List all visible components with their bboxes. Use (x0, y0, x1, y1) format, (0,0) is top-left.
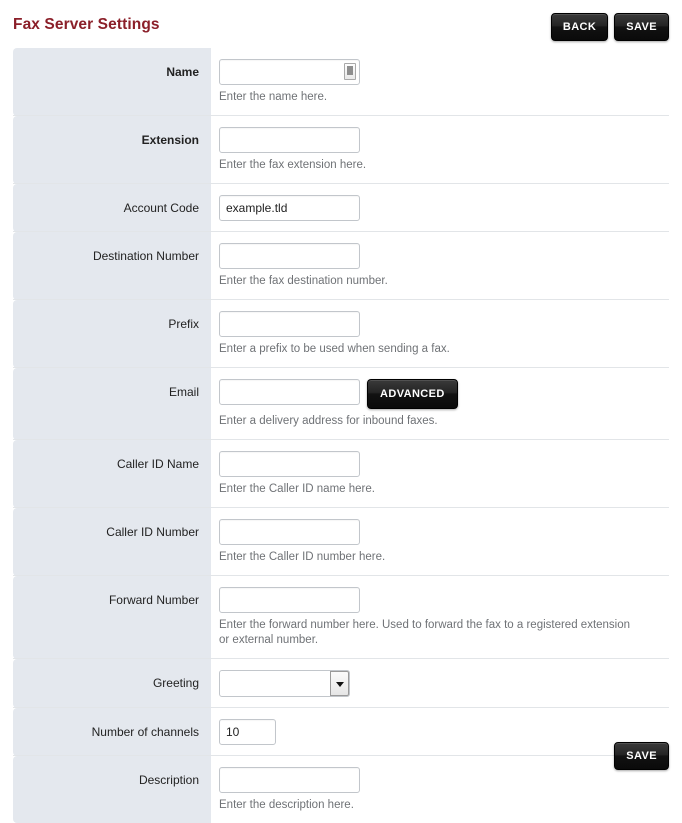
back-button[interactable]: BACK (551, 13, 608, 41)
field-label-description: Description (13, 756, 211, 823)
save-button-top[interactable]: SAVE (614, 13, 669, 41)
field-label-destination-number: Destination Number (13, 232, 211, 300)
forward-number-input[interactable] (219, 587, 360, 613)
name-input[interactable] (219, 59, 360, 85)
page-footer: SAVE (614, 742, 669, 770)
page-header: Fax Server Settings BACK SAVE (0, 0, 682, 48)
control-group (219, 127, 661, 153)
input-wrapper (219, 243, 360, 269)
field-label-extension: Extension (13, 116, 211, 184)
destination-number-input[interactable] (219, 243, 360, 269)
field-label-name: Name (13, 48, 211, 116)
field-label-greeting: Greeting (13, 659, 211, 708)
save-button-bottom[interactable]: SAVE (614, 742, 669, 770)
form-row: Caller ID Number Enter the Caller ID numb… (13, 508, 669, 576)
input-wrapper (219, 59, 360, 85)
contact-picker-icon[interactable] (344, 63, 356, 80)
input-wrapper (219, 311, 360, 337)
control-group (219, 519, 661, 545)
field-cell-greeting (211, 659, 669, 708)
form-row: Account Code (13, 184, 669, 232)
field-cell-forward-number: Enter the forward number here. Used to f… (211, 576, 669, 659)
input-wrapper (219, 195, 360, 221)
greeting-select[interactable] (219, 670, 350, 697)
caller-id-number-input[interactable] (219, 519, 360, 545)
control-group (219, 767, 661, 793)
control-group (219, 311, 661, 337)
control-group (219, 451, 661, 477)
description-input[interactable] (219, 767, 360, 793)
extension-input[interactable] (219, 127, 360, 153)
field-hint-email: Enter a delivery address for inbound fax… (219, 414, 639, 429)
field-cell-name: Enter the name here. (211, 48, 669, 116)
control-group (219, 587, 661, 613)
input-wrapper (219, 719, 276, 745)
control-group (219, 670, 661, 697)
control-group: ADVANCED (219, 379, 661, 409)
field-cell-email: ADVANCED Enter a delivery address for inb… (211, 368, 669, 440)
field-cell-number-of-channels (211, 708, 669, 756)
form-row: Email ADVANCED Enter a delivery address fo… (13, 368, 669, 440)
field-label-number-of-channels: Number of channels (13, 708, 211, 756)
fax-settings-form: Name Enter the name here. Extension Enter t… (13, 48, 669, 823)
caller-id-name-input[interactable] (219, 451, 360, 477)
header-actions: BACK SAVE (551, 13, 669, 41)
field-label-prefix: Prefix (13, 300, 211, 368)
field-cell-description: Enter the description here. (211, 756, 669, 823)
input-wrapper (219, 767, 360, 793)
input-wrapper (219, 379, 360, 405)
control-group (219, 243, 661, 269)
form-row: Description Enter the description here. (13, 756, 669, 823)
form-rows: Name Enter the name here. Extension Enter t… (13, 48, 669, 823)
input-wrapper (219, 587, 360, 613)
control-group (219, 59, 661, 85)
input-wrapper (219, 127, 360, 153)
field-hint-caller-id-name: Enter the Caller ID name here. (219, 482, 639, 497)
advanced-button[interactable]: ADVANCED (367, 379, 458, 409)
field-cell-account-code (211, 184, 669, 232)
field-label-account-code: Account Code (13, 184, 211, 232)
form-row: Caller ID Name Enter the Caller ID name h… (13, 440, 669, 508)
input-wrapper (219, 519, 360, 545)
control-group (219, 719, 661, 745)
prefix-input[interactable] (219, 311, 360, 337)
field-hint-forward-number: Enter the forward number here. Used to f… (219, 618, 639, 648)
page-title: Fax Server Settings (13, 16, 160, 34)
field-cell-caller-id-name: Enter the Caller ID name here. (211, 440, 669, 508)
field-hint-extension: Enter the fax extension here. (219, 158, 639, 173)
field-label-caller-id-number: Caller ID Number (13, 508, 211, 576)
email-input[interactable] (219, 379, 360, 405)
form-row: Prefix Enter a prefix to be used when sen… (13, 300, 669, 368)
number-of-channels-input[interactable] (219, 719, 276, 745)
field-hint-description: Enter the description here. (219, 798, 639, 813)
chevron-down-icon[interactable] (330, 671, 349, 696)
field-label-email: Email (13, 368, 211, 440)
field-label-forward-number: Forward Number (13, 576, 211, 659)
field-cell-caller-id-number: Enter the Caller ID number here. (211, 508, 669, 576)
field-label-caller-id-name: Caller ID Name (13, 440, 211, 508)
account-code-input[interactable] (219, 195, 360, 221)
form-row: Name Enter the name here. (13, 48, 669, 116)
field-hint-caller-id-number: Enter the Caller ID number here. (219, 550, 639, 565)
field-cell-destination-number: Enter the fax destination number. (211, 232, 669, 300)
form-row: Forward Number Enter the forward number h… (13, 576, 669, 659)
form-row: Destination Number Enter the fax destinat… (13, 232, 669, 300)
form-row: Extension Enter the fax extension here. (13, 116, 669, 184)
form-row: Greeting (13, 659, 669, 708)
form-row: Number of channels (13, 708, 669, 756)
field-hint-prefix: Enter a prefix to be used when sending a… (219, 342, 639, 357)
input-wrapper (219, 451, 360, 477)
field-hint-destination-number: Enter the fax destination number. (219, 274, 639, 289)
control-group (219, 195, 661, 221)
field-hint-name: Enter the name here. (219, 90, 639, 105)
field-cell-extension: Enter the fax extension here. (211, 116, 669, 184)
field-cell-prefix: Enter a prefix to be used when sending a… (211, 300, 669, 368)
